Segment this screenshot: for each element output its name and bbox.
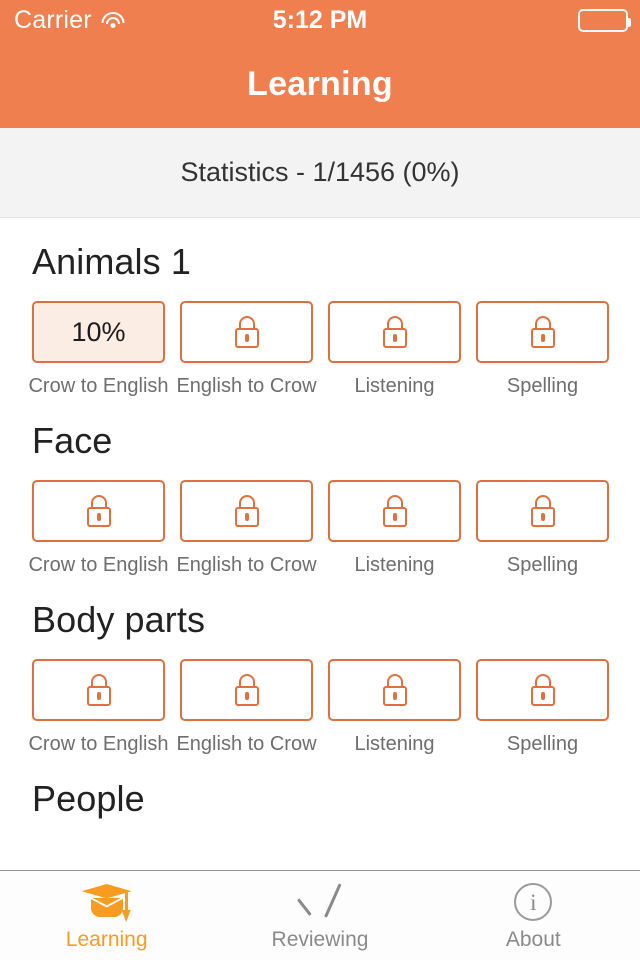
lock-icon — [234, 316, 260, 348]
tab-about-label: About — [505, 928, 561, 951]
lock-icon — [530, 316, 556, 348]
lesson-list[interactable]: Animals 1 10% Crow to English English to Cr… — [0, 219, 640, 870]
lesson-cell-label: Crow to English — [28, 733, 169, 755]
lesson-cell: Listening — [328, 659, 461, 756]
lesson-section: Body parts Crow to English English to Crow… — [0, 577, 640, 756]
lesson-locked-button[interactable] — [476, 301, 609, 363]
status-bar-right — [578, 8, 631, 32]
lesson-cell-label: English to Crow — [176, 733, 317, 755]
lesson-cell-label: Crow to English — [28, 375, 169, 397]
lesson-locked-button[interactable] — [180, 301, 313, 363]
lock-icon — [530, 495, 556, 527]
tab-learning-label: Learning — [65, 928, 148, 951]
lesson-cell: Spelling — [476, 480, 609, 577]
lesson-button-row: Crow to English English to Crow Listening S… — [28, 659, 609, 756]
lesson-button-row: Crow to English English to Crow Listening S… — [28, 480, 609, 577]
lesson-locked-button[interactable] — [476, 659, 609, 721]
battery-icon — [578, 8, 631, 32]
info-circle-icon: i — [506, 880, 560, 924]
section-title: Body parts — [32, 599, 206, 640]
lesson-cell: Spelling — [476, 301, 609, 398]
lesson-cell-label: English to Crow — [176, 554, 317, 576]
lesson-cell: Crow to English — [28, 480, 169, 577]
lesson-cell: Listening — [328, 480, 461, 577]
lesson-section: Animals 1 10% Crow to English English to Cr… — [0, 219, 640, 398]
page-title: Learning — [247, 64, 393, 103]
tab-about[interactable]: i About — [427, 871, 640, 960]
lock-icon — [382, 316, 408, 348]
lock-icon — [382, 674, 408, 706]
lesson-cell: 10% Crow to English — [28, 301, 169, 398]
tab-reviewing-label: Reviewing — [271, 928, 369, 951]
status-bar: Carrier 5:12 PM — [0, 0, 640, 40]
lesson-cell-label: Listening — [354, 733, 435, 755]
navigation-bar: Learning — [0, 40, 640, 128]
status-bar-time: 5:12 PM — [272, 5, 368, 34]
statistics-bar[interactable]: Statistics - 1/1456 (0%) — [0, 128, 640, 218]
lesson-locked-button[interactable] — [476, 480, 609, 542]
lesson-locked-button[interactable] — [328, 659, 461, 721]
lesson-cell-label: English to Crow — [176, 375, 317, 397]
lesson-cell: Crow to English — [28, 659, 169, 756]
statistics-label: Statistics - 1/1456 (0%) — [180, 157, 460, 187]
tab-reviewing[interactable]: Reviewing — [213, 871, 426, 960]
lesson-cell: Listening — [328, 301, 461, 398]
lock-icon — [382, 495, 408, 527]
lesson-locked-button[interactable] — [180, 480, 313, 542]
app-screen: Carrier 5:12 PM Learning Statistics - 1/… — [0, 0, 640, 960]
lesson-cell-label: Spelling — [506, 733, 579, 755]
lesson-locked-button[interactable] — [328, 480, 461, 542]
lesson-progress-value: 10% — [71, 316, 126, 347]
lesson-locked-button[interactable] — [32, 659, 165, 721]
lock-icon — [234, 674, 260, 706]
section-title: People — [32, 778, 145, 819]
section-title: Face — [32, 420, 113, 461]
lock-icon — [530, 674, 556, 706]
lesson-locked-button[interactable] — [32, 480, 165, 542]
lesson-locked-button[interactable] — [328, 301, 461, 363]
lesson-cell-label: Spelling — [506, 554, 579, 576]
lock-icon — [86, 674, 112, 706]
lesson-locked-button[interactable] — [180, 659, 313, 721]
lock-icon — [86, 495, 112, 527]
lesson-section: Face Crow to English English to Crow Listen… — [0, 398, 640, 577]
lesson-cell-label: Spelling — [506, 375, 579, 397]
lesson-button-row: 10% Crow to English English to Crow Listeni… — [28, 301, 609, 398]
check-icon — [293, 880, 347, 924]
lock-icon — [234, 495, 260, 527]
tab-bar: Learning Reviewing i About — [0, 870, 640, 960]
tab-learning[interactable]: Learning — [0, 871, 213, 960]
lesson-cell: English to Crow — [176, 659, 317, 756]
lesson-section: People — [0, 756, 640, 838]
lesson-cell-label: Listening — [354, 554, 435, 576]
lesson-cell: English to Crow — [176, 480, 317, 577]
lesson-progress-button[interactable]: 10% — [32, 301, 165, 363]
lesson-cell-label: Crow to English — [28, 554, 169, 576]
lesson-cell: Spelling — [476, 659, 609, 756]
graduation-cap-icon — [80, 880, 134, 924]
lesson-cell: English to Crow — [176, 301, 317, 398]
lesson-cell-label: Listening — [354, 375, 435, 397]
section-title: Animals 1 — [32, 241, 191, 282]
